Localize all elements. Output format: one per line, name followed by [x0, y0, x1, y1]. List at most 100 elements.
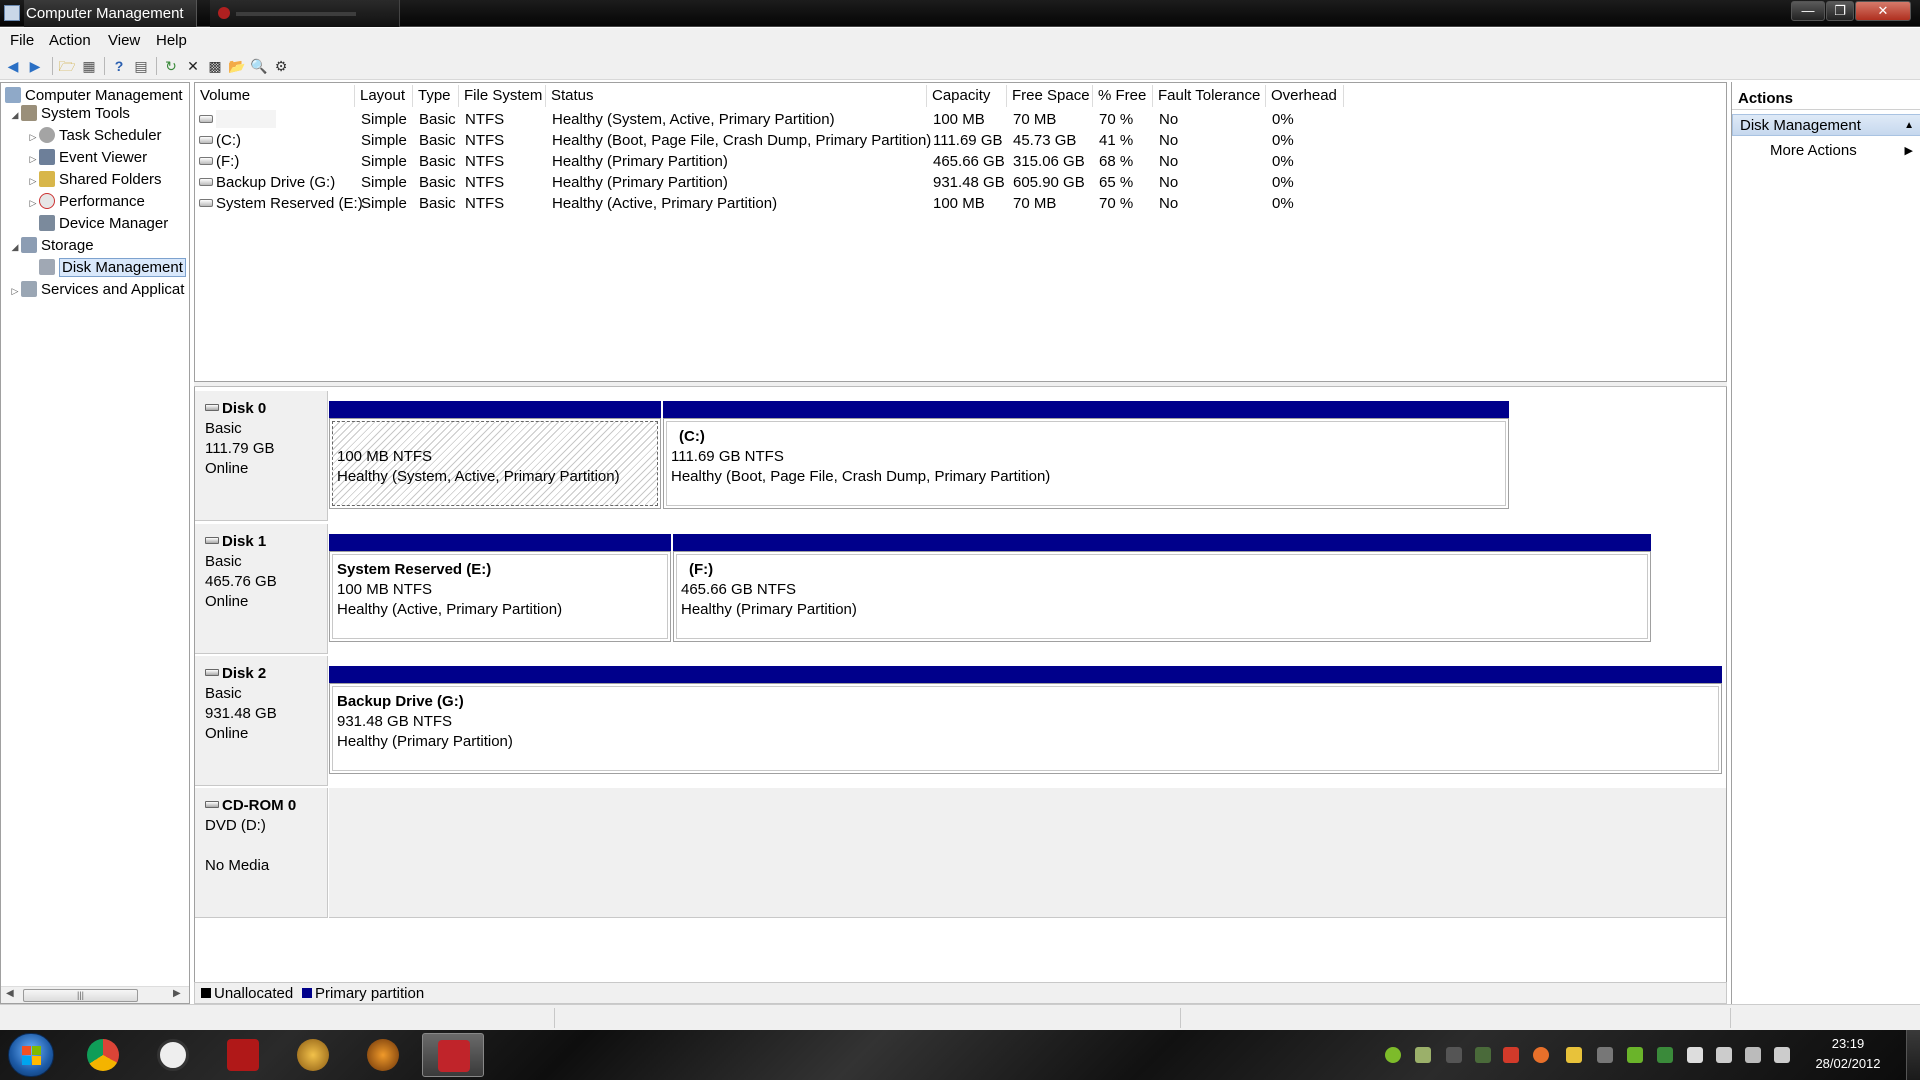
expand-icon[interactable]: ▷ [27, 149, 39, 169]
partition-block[interactable]: (F:) 465.66 GB NTFS Healthy (Primary Par… [673, 534, 1651, 642]
actions-header: Actions [1732, 88, 1920, 110]
close-icon: ✕ [1877, 3, 1889, 18]
firewall-icon[interactable] [1533, 1047, 1549, 1063]
partition-block[interactable]: Backup Drive (G:) 931.48 GB NTFS Healthy… [329, 666, 1722, 774]
partition-block[interactable]: System Reserved (E:) 100 MB NTFS Healthy… [329, 534, 671, 642]
menu-help[interactable]: Help [156, 32, 187, 49]
taskbar-app[interactable] [142, 1033, 204, 1077]
expand-icon[interactable]: ▷ [27, 171, 39, 191]
collapse-icon[interactable]: ◢ [9, 237, 21, 257]
actions-section-disk-management[interactable]: Disk Management ▲ [1732, 114, 1920, 136]
taskbar-app-active[interactable] [422, 1033, 484, 1077]
rescan-disks-icon[interactable]: ▩ [206, 57, 224, 75]
network-monitor-icon[interactable] [1415, 1047, 1431, 1063]
background-window-tab[interactable] [210, 0, 400, 27]
horizontal-scrollbar[interactable]: ◀ ||| ▶ [1, 986, 189, 1003]
close-button[interactable]: ✕ [1855, 1, 1911, 21]
primary-partition-bar [329, 666, 1722, 683]
column-header-free-space[interactable]: Free Space [1007, 85, 1093, 107]
taskbar-app[interactable] [352, 1033, 414, 1077]
partition-block[interactable]: (C:) 111.69 GB NTFS Healthy (Boot, Page … [663, 401, 1509, 509]
warcraft-icon [297, 1039, 329, 1071]
tree-item-system-tools[interactable]: ◢ System Tools [9, 104, 130, 124]
disk-label[interactable]: Disk 0 Basic 111.79 GB Online [195, 391, 328, 521]
show-desktop-button[interactable] [1906, 1030, 1920, 1080]
clock-date: 28/02/2012 [1815, 1056, 1881, 1071]
properties-icon[interactable]: ▤ [132, 57, 150, 75]
scroll-right-icon[interactable]: ▶ [173, 988, 181, 999]
tree-item-device-manager[interactable]: Device Manager [27, 214, 168, 234]
column-header-fault-tolerance[interactable]: Fault Tolerance [1153, 85, 1266, 107]
performance-icon [39, 193, 55, 209]
table-row[interactable]: (F:) Simple Basic NTFS Healthy (Primary … [195, 151, 1395, 172]
tree-item-computer-management[interactable]: Computer Management [5, 86, 183, 106]
settings-icon[interactable]: ⚙ [272, 57, 290, 75]
column-header-status[interactable]: Status [546, 85, 927, 107]
disk-label[interactable]: Disk 1 Basic 465.76 GB Online [195, 524, 328, 654]
expand-icon[interactable]: ▷ [27, 127, 39, 147]
show-hide-tree-icon[interactable]: ▦ [80, 57, 98, 75]
column-header-file-system[interactable]: File System [459, 85, 546, 107]
gpu-icon[interactable] [1475, 1047, 1491, 1063]
column-header-capacity[interactable]: Capacity [927, 85, 1007, 107]
scroll-left-icon[interactable]: ◀ [6, 988, 14, 999]
start-button[interactable] [8, 1033, 54, 1077]
expand-icon[interactable]: ▷ [27, 193, 39, 213]
forward-icon[interactable]: ▶ [26, 57, 44, 75]
nvidia-icon[interactable] [1627, 1047, 1643, 1063]
menu-view[interactable]: View [108, 32, 140, 49]
expand-icon[interactable]: ▷ [9, 281, 21, 301]
collapse-icon[interactable]: ▲ [1904, 115, 1914, 137]
refresh-icon[interactable]: ↻ [162, 57, 180, 75]
disk-label[interactable]: Disk 2 Basic 931.48 GB Online [195, 656, 328, 786]
table-row[interactable]: Simple Basic NTFS Healthy (System, Activ… [195, 109, 1395, 130]
table-row[interactable]: (C:) Simple Basic NTFS Healthy (Boot, Pa… [195, 130, 1395, 151]
open-icon[interactable]: 📂 [228, 57, 246, 75]
maximize-button[interactable]: ❐ [1826, 1, 1854, 21]
delete-icon[interactable]: ✕ [184, 57, 202, 75]
tree-item-shared-folders[interactable]: ▷ Shared Folders [27, 170, 162, 190]
more-actions-item[interactable]: More Actions ▶ [1732, 140, 1920, 162]
cdrom-label[interactable]: CD-ROM 0 DVD (D:) No Media [195, 788, 328, 918]
column-header-overhead[interactable]: Overhead [1266, 85, 1344, 107]
tree-item-services-and-applications[interactable]: ▷ Services and Applicat [9, 280, 184, 300]
action-center-icon[interactable] [1687, 1047, 1703, 1063]
taskbar-app[interactable] [212, 1033, 274, 1077]
column-header-layout[interactable]: Layout [355, 85, 413, 107]
primary-partition-bar [329, 534, 671, 551]
up-folder-icon[interactable]: 🗁 [58, 57, 76, 75]
search-icon[interactable]: 🔍 [250, 57, 268, 75]
partition-block[interactable]: 100 MB NTFS Healthy (System, Active, Pri… [329, 401, 661, 509]
taskbar-app[interactable] [282, 1033, 344, 1077]
menu-file[interactable]: File [10, 32, 34, 49]
menu-action[interactable]: Action [49, 32, 91, 49]
column-header-percent-free[interactable]: % Free [1093, 85, 1153, 107]
network-icon[interactable] [1745, 1047, 1761, 1063]
minimize-button[interactable]: — [1791, 1, 1825, 21]
tree-item-disk-management[interactable]: Disk Management [27, 258, 186, 278]
wifi-app-icon[interactable] [1657, 1047, 1673, 1063]
keyboard-icon[interactable] [1446, 1047, 1462, 1063]
column-header-type[interactable]: Type [413, 85, 459, 107]
help-icon[interactable]: ? [110, 57, 128, 75]
column-header-volume[interactable]: Volume [195, 85, 355, 107]
system-clock[interactable]: 23:19 28/02/2012 [1813, 1034, 1883, 1074]
tree-item-task-scheduler[interactable]: ▷ Task Scheduler [27, 126, 162, 146]
back-icon[interactable]: ◀ [4, 57, 22, 75]
battery-icon[interactable] [1716, 1047, 1732, 1063]
speaker-icon[interactable] [1774, 1047, 1790, 1063]
cdrom-icon [205, 801, 219, 808]
tree-item-storage[interactable]: ◢ Storage [9, 236, 94, 256]
volume-app-icon[interactable] [1503, 1047, 1519, 1063]
antivirus-icon[interactable] [1385, 1047, 1401, 1063]
camera-icon[interactable] [1566, 1047, 1582, 1063]
table-row[interactable]: System Reserved (E:) Simple Basic NTFS H… [195, 193, 1395, 214]
collapse-icon[interactable]: ◢ [9, 105, 21, 125]
tree-item-performance[interactable]: ▷ Performance [27, 192, 145, 212]
table-row[interactable]: Backup Drive (G:) Simple Basic NTFS Heal… [195, 172, 1395, 193]
scrollbar-thumb[interactable]: ||| [23, 989, 138, 1002]
window-title: Computer Management [24, 0, 197, 27]
tools-icon[interactable] [1597, 1047, 1613, 1063]
tree-item-event-viewer[interactable]: ▷ Event Viewer [27, 148, 147, 168]
taskbar-app[interactable] [72, 1033, 134, 1077]
